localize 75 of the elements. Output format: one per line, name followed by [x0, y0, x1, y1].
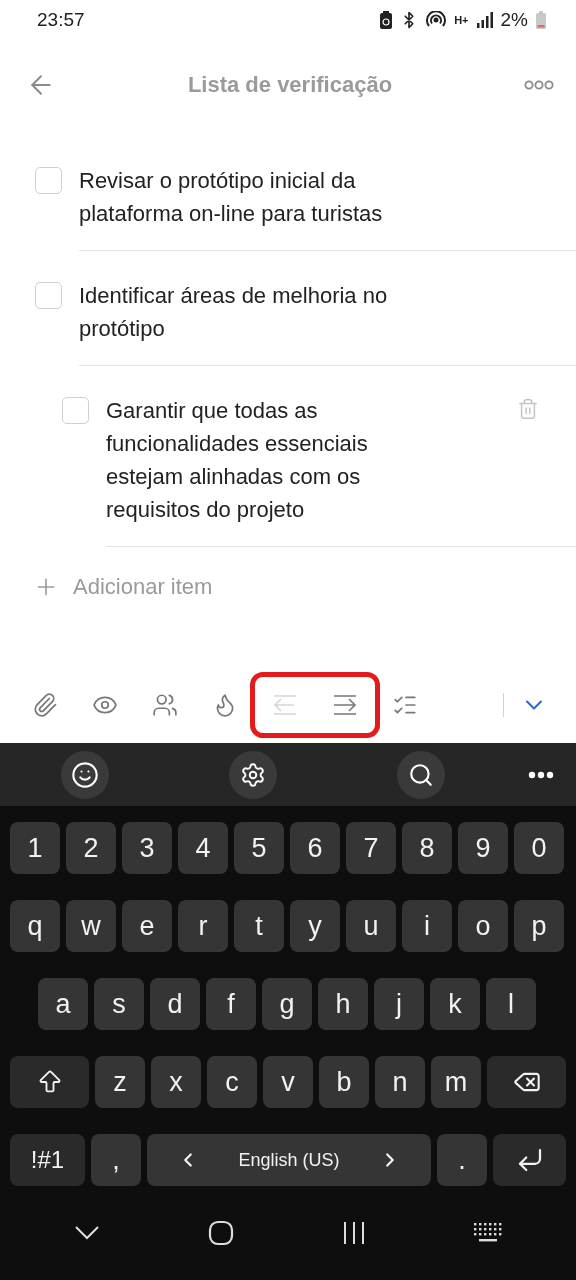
key[interactable]: 4	[178, 822, 228, 874]
key[interactable]: g	[262, 978, 312, 1030]
battery-percent: 2%	[500, 9, 528, 31]
status-time: 23:57	[37, 9, 85, 31]
emoji-button[interactable]	[61, 750, 109, 799]
enter-key[interactable]	[493, 1134, 566, 1186]
key[interactable]: 3	[122, 822, 172, 874]
key[interactable]: 9	[458, 822, 508, 874]
key[interactable]: j	[374, 978, 424, 1030]
key[interactable]: 8	[402, 822, 452, 874]
item-text: Garantir que todas as funcionalidades essenciais estejam alinhadas com os requisitos do projeto	[106, 397, 369, 524]
battery-icon	[536, 11, 546, 29]
key[interactable]: h	[318, 978, 368, 1030]
key[interactable]: i	[402, 900, 452, 952]
checkbox[interactable]	[35, 167, 62, 194]
signal-icon	[476, 12, 493, 28]
language-label: English (US)	[238, 1149, 340, 1171]
shift-key[interactable]	[10, 1056, 89, 1108]
key[interactable]: 7	[346, 822, 396, 874]
key[interactable]: r	[178, 900, 228, 952]
key[interactable]: w	[66, 900, 116, 952]
key[interactable]: p	[514, 900, 564, 952]
nav-back-icon[interactable]	[74, 1225, 100, 1241]
network-type: H+	[454, 14, 469, 26]
more-icon	[524, 80, 554, 90]
more-button[interactable]	[524, 80, 554, 90]
outdent-icon	[272, 694, 298, 716]
people-icon	[152, 692, 178, 718]
checkbox[interactable]	[62, 397, 89, 424]
settings-button[interactable]	[229, 750, 277, 799]
space-key[interactable]: English (US)	[147, 1134, 431, 1186]
item-text: Revisar o protótipo inicial da plataforma on-line para turistas	[79, 167, 384, 228]
key[interactable]: s	[94, 978, 144, 1030]
settings-icon	[240, 761, 266, 788]
key[interactable]: x	[151, 1056, 201, 1108]
backspace-key[interactable]	[487, 1056, 566, 1108]
indent-icon	[332, 694, 358, 716]
search-icon	[408, 761, 434, 788]
key[interactable]: z	[95, 1056, 145, 1108]
key[interactable]: m	[431, 1056, 481, 1108]
home-icon[interactable]	[208, 1220, 234, 1246]
recents-icon[interactable]	[342, 1221, 366, 1245]
item-text: Identificar áreas de melhoria no protótipo	[79, 282, 389, 343]
key[interactable]: 0	[514, 822, 564, 874]
smiley-icon	[71, 760, 99, 789]
key[interactable]: 5	[234, 822, 284, 874]
key[interactable]: l	[486, 978, 536, 1030]
key[interactable]: d	[150, 978, 200, 1030]
key[interactable]: t	[234, 900, 284, 952]
key[interactable]: y	[290, 900, 340, 952]
key[interactable]: o	[458, 900, 508, 952]
key[interactable]: k	[430, 978, 480, 1030]
key[interactable]: .	[437, 1134, 487, 1186]
battery-saver-icon	[380, 11, 393, 29]
key[interactable]: c	[207, 1056, 257, 1108]
key[interactable]: 2	[66, 822, 116, 874]
page-title: Lista de verificação	[187, 72, 393, 98]
key[interactable]: q	[10, 900, 60, 952]
key[interactable]: ,	[91, 1134, 141, 1186]
key[interactable]: b	[319, 1056, 369, 1108]
key[interactable]: 6	[290, 822, 340, 874]
symbols-key[interactable]: !#1	[10, 1134, 85, 1186]
checkbox[interactable]	[35, 282, 62, 309]
key[interactable]: v	[263, 1056, 313, 1108]
key[interactable]: a	[38, 978, 88, 1030]
hotspot-icon	[426, 11, 447, 29]
key[interactable]: u	[346, 900, 396, 952]
paperclip-icon	[32, 692, 58, 718]
key[interactable]: e	[122, 900, 172, 952]
key[interactable]: n	[375, 1056, 425, 1108]
more-icon[interactable]	[528, 770, 554, 779]
key[interactable]: f	[206, 978, 256, 1030]
search-button[interactable]	[397, 750, 445, 799]
key[interactable]: 1	[10, 822, 60, 874]
keyboard-icon[interactable]	[474, 1223, 502, 1243]
